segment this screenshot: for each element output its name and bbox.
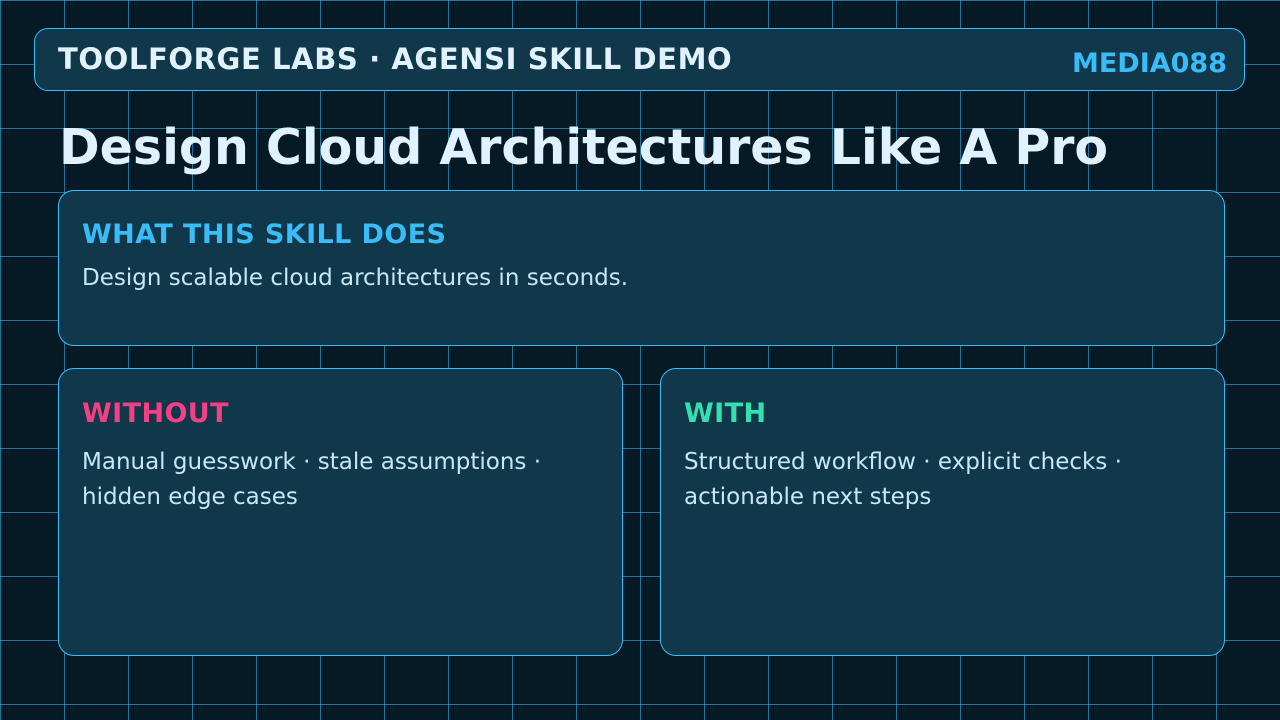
without-card-heading: WITHOUT <box>82 398 229 429</box>
what-card-body: Design scalable cloud architectures in s… <box>82 265 629 291</box>
header-code: MEDIA088 <box>1071 48 1227 79</box>
page-title: Design Cloud Architectures Like A Pro <box>59 119 1109 176</box>
header-title: TOOLFORGE LABS · AGENSI SKILL DEMO <box>58 42 733 76</box>
with-card-body: Structured workflow · explicit checks · … <box>684 449 1122 510</box>
without-card: WITHOUT Manual guesswork · stale assumpt… <box>58 368 623 656</box>
with-card: WITH Structured workflow · explicit chec… <box>660 368 1225 656</box>
without-card-body: Manual guesswork · stale assumptions · h… <box>82 449 542 510</box>
what-card-heading: WHAT THIS SKILL DOES <box>82 219 447 250</box>
with-card-heading: WITH <box>684 398 767 429</box>
what-this-skill-does-card: WHAT THIS SKILL DOES Design scalable clo… <box>58 190 1225 346</box>
header-bar: TOOLFORGE LABS · AGENSI SKILL DEMO MEDIA… <box>34 28 1245 91</box>
